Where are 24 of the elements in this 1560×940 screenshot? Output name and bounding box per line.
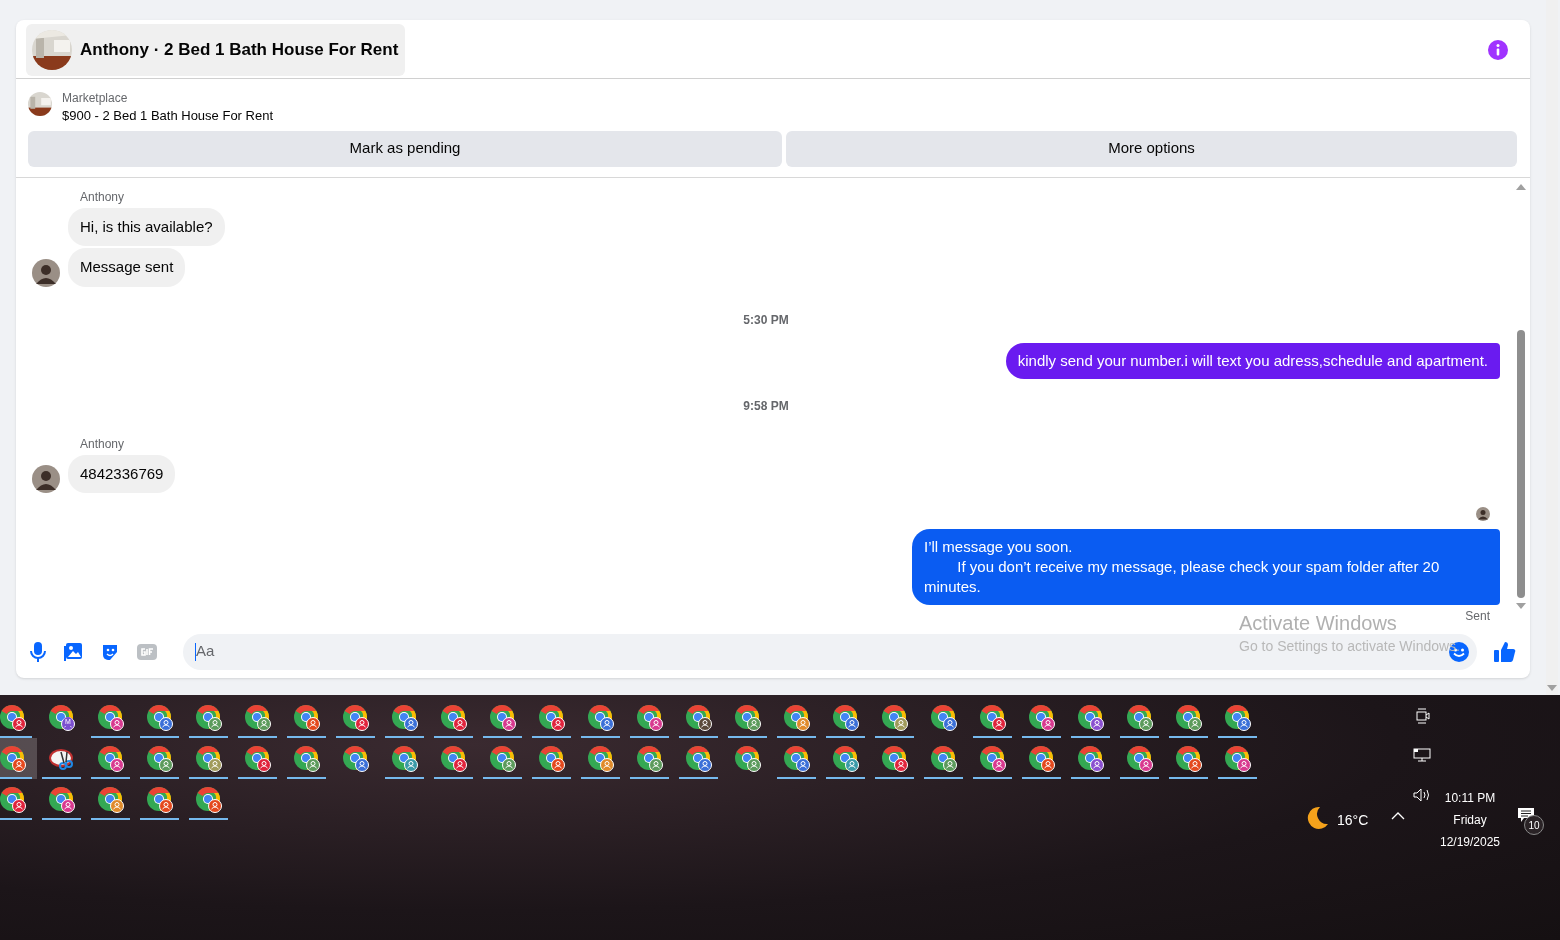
message-input-text[interactable]: Aa [196, 640, 1196, 663]
clock[interactable]: 10:11 PM Friday 12/19/2025 [1436, 787, 1504, 853]
sender-name: Anthony [80, 435, 126, 453]
timestamp: 5:30 PM [743, 311, 789, 329]
conversation-title: Anthony · 2 Bed 1 Bath House For Rent [80, 39, 399, 62]
notification-count: 10 [1524, 815, 1544, 835]
clock-time: 10:11 PM [1444, 790, 1496, 807]
activation-title: Activate Windows [1239, 612, 1398, 634]
message-bubble: 4842336769 [68, 454, 176, 494]
clock-day: Friday [1453, 809, 1487, 831]
message-bubble: Message sent [68, 248, 186, 287]
temperature[interactable]: 16°C [1337, 810, 1369, 831]
action-button[interactable]: Mark as pending [28, 130, 782, 167]
conversation-title-button[interactable]: Anthony · 2 Bed 1 Bath House For Rent [26, 23, 406, 76]
delivery-status: Sent [1465, 608, 1490, 626]
timestamp: 9:58 PM [743, 397, 789, 415]
action-button[interactable]: More options [786, 130, 1517, 167]
sender-name: Anthony [80, 188, 126, 206]
listing-title: $900 - 2 Bed 1 Bath House For Rent [62, 106, 273, 125]
listing-source: Marketplace [62, 89, 129, 107]
message-bubble: Hi, is this available? [68, 207, 225, 247]
message-bubble: kindly send your number.i will text you adress,schedule and apartment. [1005, 342, 1500, 379]
clock-date: 12/19/2025 [1439, 834, 1501, 851]
message-bubble: I’ll message you soon. If you don’t receive my message, please check your spam folder after 20 minutes. [912, 529, 1500, 606]
